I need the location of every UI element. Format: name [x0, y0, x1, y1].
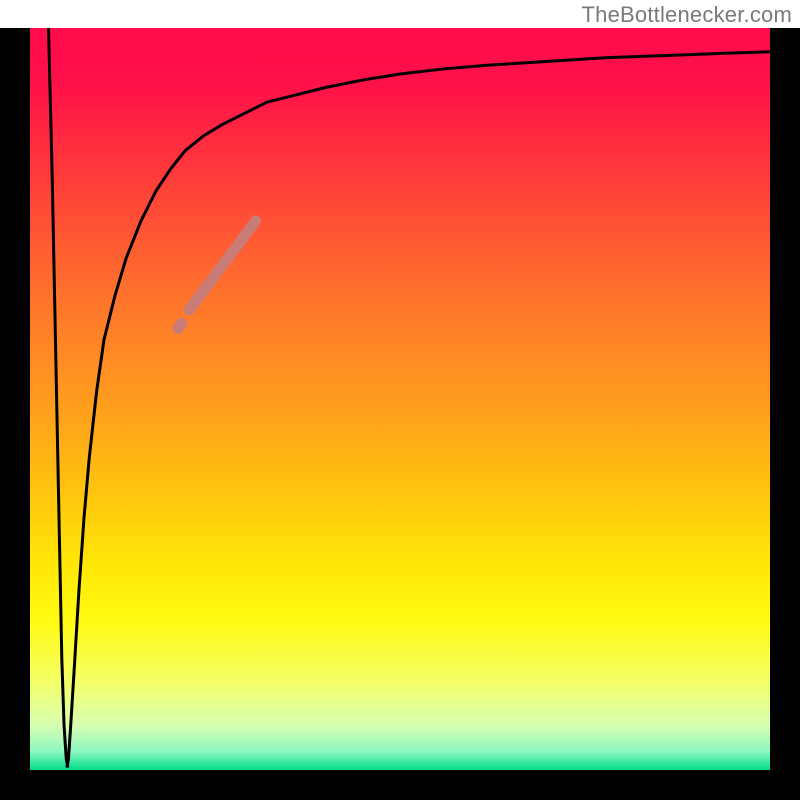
plot-background — [30, 28, 770, 770]
attribution-text: TheBottlenecker.com — [582, 2, 792, 28]
bottleneck-chart — [0, 28, 800, 800]
series-highlight-dot — [178, 323, 182, 328]
